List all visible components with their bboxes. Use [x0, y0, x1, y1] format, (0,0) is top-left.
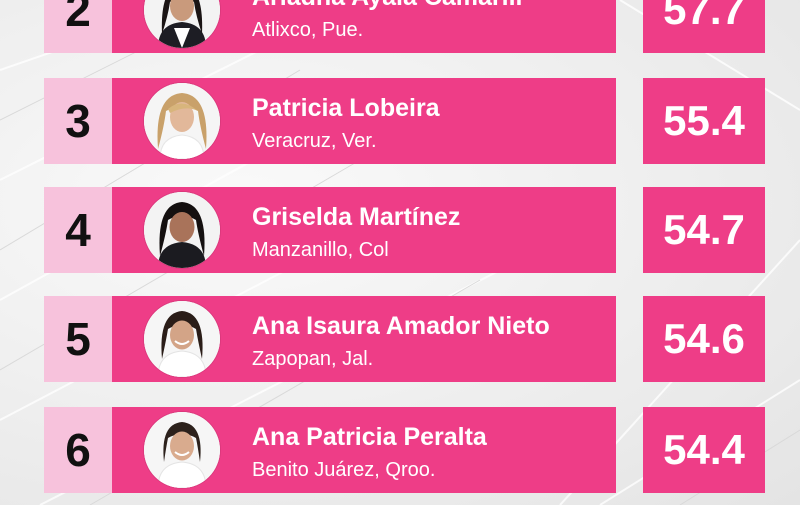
score-value: 54.7 — [643, 187, 765, 273]
score-value: 55.4 — [643, 78, 765, 164]
candidate-city: Veracruz, Ver. — [252, 130, 377, 152]
ranking-row: 5 Ana Isaura Amador Nieto Zapopan, Jal. … — [0, 296, 800, 382]
candidate-name: Ana Patricia Peralta — [252, 423, 487, 451]
ranking-row: 6 Ana Patricia Peralta Benito Juárez, Qr… — [0, 407, 800, 493]
rank-number: 5 — [44, 296, 112, 382]
ranking-row: 4 Griselda Martínez Manzanillo, Col 54.7 — [0, 187, 800, 273]
candidate-name: Ana Isaura Amador Nieto — [252, 312, 550, 340]
candidate-city: Manzanillo, Col — [252, 239, 389, 261]
candidate-city: Atlixco, Pue. — [252, 19, 364, 41]
score-value: 57.7 — [643, 0, 765, 53]
portrait-avatar — [144, 301, 220, 377]
candidate-name: Griselda Martínez — [252, 203, 461, 231]
ranking-row: 3 Patricia Lobeira Veracruz, Ver. 55.4 — [0, 78, 800, 164]
rank-number: 3 — [44, 78, 112, 164]
portrait-avatar — [144, 412, 220, 488]
candidate-name: Patricia Lobeira — [252, 94, 440, 122]
portrait-avatar — [144, 192, 220, 268]
candidate-name: Ariadna Ayala Camarill — [252, 0, 522, 12]
portrait-avatar — [144, 83, 220, 159]
score-value: 54.6 — [643, 296, 765, 382]
score-value: 54.4 — [643, 407, 765, 493]
rank-number: 2 — [44, 0, 112, 53]
ranking-row: 2 Ariadna Ayala Camarill Atlixco, Pue. 5… — [0, 0, 800, 53]
rank-number: 4 — [44, 187, 112, 273]
rank-number: 6 — [44, 407, 112, 493]
candidate-city: Benito Juárez, Qroo. — [252, 459, 436, 481]
candidate-city: Zapopan, Jal. — [252, 348, 374, 370]
